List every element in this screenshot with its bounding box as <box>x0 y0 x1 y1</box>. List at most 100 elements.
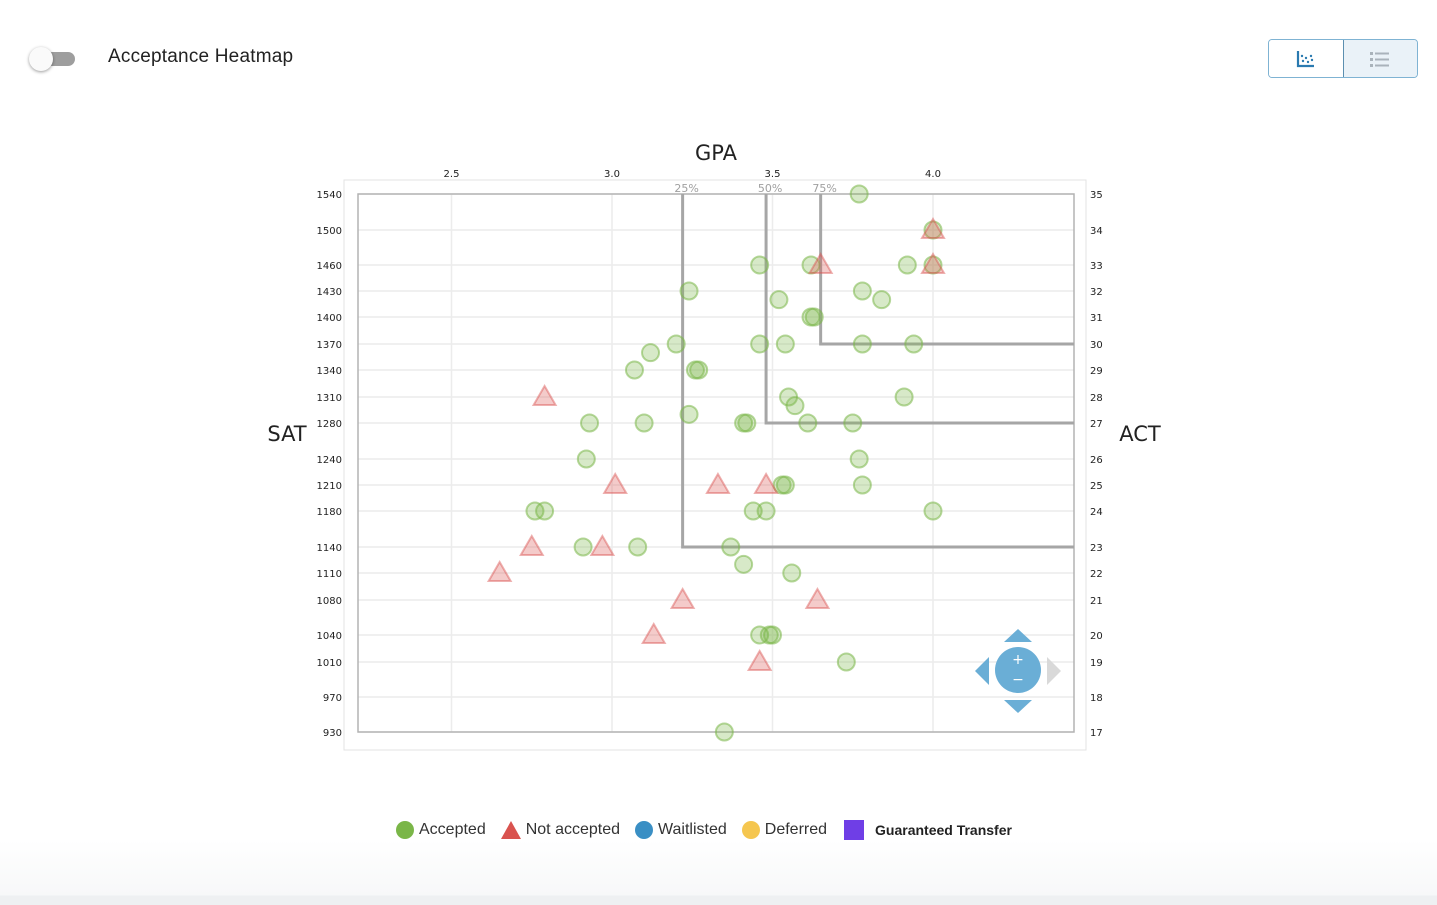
accepted-circle-icon <box>396 821 414 839</box>
data-point-accepted[interactable] <box>843 413 863 433</box>
sat-tick-label: 1180 <box>317 507 342 518</box>
data-point-accepted[interactable] <box>535 501 555 521</box>
data-point-accepted[interactable] <box>785 396 805 416</box>
data-point-accepted[interactable] <box>641 343 661 363</box>
data-point-accepted[interactable] <box>849 449 869 469</box>
legend-item-waitlisted[interactable]: Waitlisted <box>634 820 727 840</box>
legend-label: Waitlisted <box>658 821 727 838</box>
sat-tick-label: 1460 <box>317 261 342 272</box>
sat-tick-label: 1280 <box>317 419 342 430</box>
sat-tick-label: 1110 <box>317 569 342 580</box>
act-tick-label: 32 <box>1090 287 1103 298</box>
act-tick-label: 22 <box>1090 569 1103 580</box>
sat-tick-label: 1500 <box>317 226 342 237</box>
sat-tick-label: 1210 <box>317 481 342 492</box>
sat-tick-label: 1340 <box>317 366 342 377</box>
zoom-out-button[interactable]: − <box>1012 672 1024 688</box>
gpa-tick-label: 3.5 <box>765 169 781 180</box>
data-point-accepted[interactable] <box>894 387 914 407</box>
data-point-accepted[interactable] <box>679 281 699 301</box>
sat-tick-label: 1010 <box>317 658 342 669</box>
data-point-accepted[interactable] <box>756 501 776 521</box>
data-point-accepted[interactable] <box>923 501 943 521</box>
sat-tick-label: 1240 <box>317 455 342 466</box>
y-axis-left-title: SAT <box>267 422 306 446</box>
data-point-accepted[interactable] <box>782 563 802 583</box>
data-point-accepted[interactable] <box>679 404 699 424</box>
act-tick-label: 31 <box>1090 313 1103 324</box>
data-point-accepted[interactable] <box>734 554 754 574</box>
data-point-accepted[interactable] <box>750 334 770 354</box>
data-point-accepted[interactable] <box>852 281 872 301</box>
act-tick-label: 34 <box>1090 226 1103 237</box>
data-point-accepted[interactable] <box>624 360 644 380</box>
scatter-chart: 25% 50% 75% 1540 35 1500 34 1460 33 1430 32 1400 31… <box>267 141 1161 751</box>
data-point-accepted[interactable] <box>721 537 741 557</box>
sat-tick-label: 1310 <box>317 393 342 404</box>
data-point-accepted[interactable] <box>904 334 924 354</box>
percentile-label: 25% <box>674 182 698 195</box>
data-point-accepted[interactable] <box>628 537 648 557</box>
act-tick-label: 24 <box>1090 507 1103 518</box>
data-point-accepted[interactable] <box>804 307 824 327</box>
sat-tick-label: 1140 <box>317 543 342 554</box>
act-tick-label: 27 <box>1090 419 1103 430</box>
gpa-tick-label: 3.0 <box>604 169 620 180</box>
legend-item-accepted[interactable]: Accepted <box>395 820 486 840</box>
data-point-accepted[interactable] <box>576 449 596 469</box>
act-tick-label: 26 <box>1090 455 1103 466</box>
act-tick-label: 30 <box>1090 340 1103 351</box>
act-tick-label: 35 <box>1090 190 1103 201</box>
data-point-accepted[interactable] <box>769 290 789 310</box>
sat-tick-label: 970 <box>323 693 342 704</box>
legend-label: Guaranteed Transfer <box>875 822 1012 838</box>
deferred-circle-icon <box>741 821 760 839</box>
zoom-in-button[interactable]: + <box>1012 652 1024 668</box>
gpa-tick-label: 4.0 <box>925 169 941 180</box>
data-point-accepted[interactable] <box>580 413 600 433</box>
sat-tick-label: 930 <box>323 728 342 739</box>
data-point-accepted[interactable] <box>634 413 654 433</box>
sat-tick-label: 1040 <box>317 631 342 642</box>
act-tick-label: 33 <box>1090 261 1103 272</box>
gpa-tick-label: 2.5 <box>444 169 460 180</box>
sat-tick-label: 1370 <box>317 340 342 351</box>
act-tick-label: 23 <box>1090 543 1103 554</box>
act-tick-label: 29 <box>1090 366 1103 377</box>
sat-tick-label: 1400 <box>317 313 342 324</box>
act-tick-label: 19 <box>1090 658 1103 669</box>
guaranteed-transfer-square-icon <box>844 820 865 840</box>
legend-item-guaranteed-transfer[interactable]: Guaranteed Transfer <box>841 820 1012 840</box>
data-point-accepted[interactable] <box>689 360 709 380</box>
legend-item-not-accepted[interactable]: Not accepted <box>500 820 620 840</box>
data-point-accepted[interactable] <box>798 413 818 433</box>
y-axis-right-title: ACT <box>1119 422 1161 446</box>
not-accepted-triangle-icon <box>500 821 521 839</box>
data-point-accepted[interactable] <box>714 722 734 742</box>
data-point-accepted[interactable] <box>852 475 872 495</box>
data-point-accepted[interactable] <box>849 184 869 204</box>
legend-item-deferred[interactable]: Deferred <box>741 820 827 840</box>
legend-label: Deferred <box>764 821 828 838</box>
act-tick-label: 20 <box>1090 631 1103 642</box>
data-point-accepted[interactable] <box>763 625 782 645</box>
percentile-label: 50% <box>758 182 782 195</box>
data-point-accepted[interactable] <box>573 537 593 557</box>
data-point-accepted[interactable] <box>872 290 892 310</box>
data-point-accepted[interactable] <box>775 475 795 495</box>
chart-legend: Accepted Not accepted Waitlisted Deferre… <box>395 820 1026 840</box>
data-point-accepted[interactable] <box>666 334 686 354</box>
data-point-accepted[interactable] <box>897 255 917 275</box>
data-point-accepted[interactable] <box>852 334 872 354</box>
data-point-accepted[interactable] <box>750 255 770 275</box>
legend-label: Not accepted <box>525 821 620 838</box>
act-tick-label: 25 <box>1090 481 1103 492</box>
data-point-accepted[interactable] <box>737 413 757 433</box>
data-point-accepted[interactable] <box>775 334 795 354</box>
sat-tick-label: 1430 <box>317 287 342 298</box>
sat-tick-label: 1540 <box>317 190 342 201</box>
act-tick-label: 18 <box>1090 693 1103 704</box>
sat-tick-label: 1080 <box>317 596 342 607</box>
data-point-accepted[interactable] <box>836 652 856 672</box>
act-tick-label: 21 <box>1090 596 1103 607</box>
